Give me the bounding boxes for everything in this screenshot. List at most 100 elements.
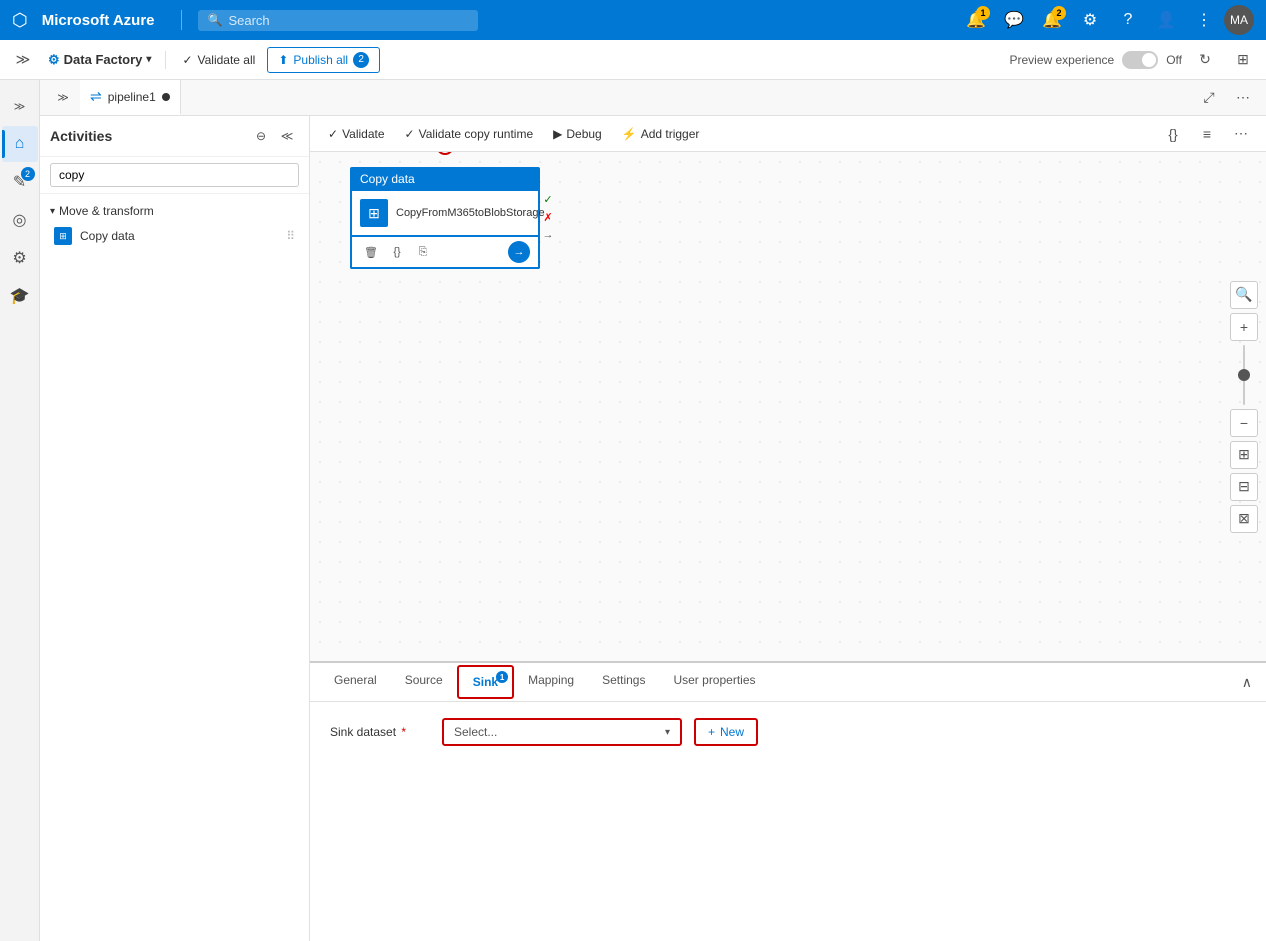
nav-expand-icon[interactable]: ≫ xyxy=(2,88,38,124)
collapse-view-btn[interactable]: ⊠ xyxy=(1230,505,1258,533)
pipeline-toolbar-right: {} ≡ ⋯ xyxy=(1158,119,1256,149)
plus-icon: + xyxy=(708,725,715,739)
pipeline-tab-icon: ⇌ xyxy=(90,88,102,105)
nav-learn-icon[interactable]: 🎓 xyxy=(2,278,38,314)
tab-more-options-icon[interactable]: ⋯ xyxy=(1228,83,1258,113)
tab-sink[interactable]: Sink 1 xyxy=(457,665,514,699)
tab-area-icons: ⤢ ⋯ xyxy=(1194,83,1258,113)
publish-icon: ⬆ xyxy=(278,53,288,67)
node-activity-icon: ⊞ xyxy=(360,199,388,227)
tab-mapping[interactable]: Mapping xyxy=(514,665,588,699)
section-label: Move & transform xyxy=(59,204,154,218)
node-code-btn[interactable]: {} xyxy=(386,241,408,263)
nav-manage-icon[interactable]: ⚙ xyxy=(2,240,38,276)
move-transform-section[interactable]: ▾ Move & transform xyxy=(40,200,309,222)
tab-source[interactable]: Source xyxy=(391,665,457,699)
pipeline-tab-pipeline1[interactable]: ⇌ pipeline1 xyxy=(80,80,181,115)
nav-home-icon[interactable]: ⌂ xyxy=(2,126,38,162)
zoom-out-btn[interactable]: − xyxy=(1230,409,1258,437)
nav-edit-icon[interactable]: ✎ 2 xyxy=(2,164,38,200)
tab-user-properties[interactable]: User properties xyxy=(659,665,769,699)
publish-all-button[interactable]: ⬆ Publish all 2 xyxy=(267,47,380,73)
toolbar-sep-1 xyxy=(165,51,166,69)
node-delete-btn[interactable]: 🗑 xyxy=(360,241,382,263)
canvas-right-controls: 🔍 + − ⊞ ⊟ ⊠ xyxy=(1230,281,1258,533)
notification-badge-1: 1 xyxy=(976,6,990,20)
preview-toggle-switch[interactable] xyxy=(1122,51,1158,69)
tab-settings[interactable]: Settings xyxy=(588,665,659,699)
user-avatar[interactable]: MA xyxy=(1224,5,1254,35)
copy-data-activity[interactable]: ⊞ Copy data ⠿ xyxy=(40,222,309,250)
preview-toggle-area: Preview experience Off ↻ ⊞ xyxy=(1009,45,1258,75)
refresh-icon-btn[interactable]: ↻ xyxy=(1190,45,1220,75)
nav-monitor-icon[interactable]: ◎ xyxy=(2,202,38,238)
node-actions: 🗑 {} ⎘ → xyxy=(350,237,540,269)
sink-dataset-select[interactable]: Select... ▾ xyxy=(442,718,682,746)
app-name: Microsoft Azure xyxy=(42,12,155,29)
section-collapse-icon: ▾ xyxy=(50,206,55,217)
node-copy-btn[interactable]: ⎘ xyxy=(412,241,434,263)
toggle-knob xyxy=(1142,53,1156,67)
expand-all-btn[interactable]: ⊟ xyxy=(1230,473,1258,501)
feedback-icon-btn[interactable]: 👤 xyxy=(1148,2,1184,38)
node-body: ⊞ CopyFromM365toBlobStorage ✓ ✗ → xyxy=(350,191,540,237)
select-dropdown-icon: ▾ xyxy=(665,727,670,738)
validate-all-button[interactable]: ✓ Validate all xyxy=(174,49,263,71)
zoom-slider[interactable] xyxy=(1243,345,1245,405)
activities-search-input[interactable] xyxy=(50,163,299,187)
tab-expand-window-icon[interactable]: ⤢ xyxy=(1194,83,1224,113)
add-trigger-btn[interactable]: ⚡ Add trigger xyxy=(614,124,708,144)
node-open-btn[interactable]: → xyxy=(508,241,530,263)
more-options-icon[interactable]: ⋯ xyxy=(1226,119,1256,149)
new-dataset-button[interactable]: + New xyxy=(694,718,758,746)
grid-view-icon-btn[interactable]: ⊞ xyxy=(1228,45,1258,75)
search-input[interactable] xyxy=(228,13,448,28)
notification-bell-2[interactable]: 🔔 2 xyxy=(1034,2,1070,38)
content-area: ≫ ⇌ pipeline1 ⤢ ⋯ Activities ⊖ ≪ xyxy=(40,80,1266,941)
search-bar[interactable]: 🔍 xyxy=(198,10,478,31)
sink-tab-badge: 1 xyxy=(496,671,508,683)
list-view-icon[interactable]: ≡ xyxy=(1192,119,1222,149)
tab-general[interactable]: General xyxy=(320,665,391,699)
code-view-icon[interactable]: {} xyxy=(1158,119,1188,149)
validate-check-icon: ✓ xyxy=(328,127,338,141)
bottom-panel: General Source Sink 1 Mapp xyxy=(310,661,1266,941)
activities-title: Activities xyxy=(50,128,112,144)
nav-icons: 🔔 1 💬 🔔 2 ⚙ ? 👤 ⋮ MA xyxy=(958,2,1254,38)
factory-dropdown-icon[interactable]: ▾ xyxy=(146,54,151,65)
activities-section: ▾ Move & transform ⊞ Copy data ⠿ xyxy=(40,194,309,256)
apps-icon-btn[interactable]: ⋮ xyxy=(1186,2,1222,38)
panel-header-icons: ⊖ ≪ xyxy=(249,124,299,148)
tab-expand-icon[interactable]: ≫ xyxy=(48,83,78,113)
trigger-icon: ⚡ xyxy=(622,127,637,141)
validate-copy-runtime-btn[interactable]: ✓ Validate copy runtime xyxy=(397,124,542,144)
pipeline-tab-bar: ≫ ⇌ pipeline1 ⤢ ⋯ xyxy=(40,80,1266,116)
settings-icon-btn[interactable]: ⚙ xyxy=(1072,2,1108,38)
help-icon-btn[interactable]: ? xyxy=(1110,2,1146,38)
panel-collapse-icon[interactable]: ⊖ xyxy=(249,124,273,148)
zoom-in-btn[interactable]: + xyxy=(1230,313,1258,341)
status-next-icon: → xyxy=(540,227,556,243)
copy-data-node[interactable]: Copy data ⊞ CopyFromM365toBlobStorage ✓ … xyxy=(350,167,540,269)
debug-btn[interactable]: ▶ Debug xyxy=(545,124,610,144)
drag-handle-icon[interactable]: ⠿ xyxy=(286,229,295,243)
data-factory-name: ⚙ Data Factory ▾ xyxy=(42,52,157,68)
factory-icon: ⚙ xyxy=(48,52,60,68)
bottom-panel-collapse-btn[interactable]: ∧ xyxy=(1238,670,1256,695)
edit-badge: 2 xyxy=(21,167,35,181)
bottom-tabs: General Source Sink 1 Mapp xyxy=(320,665,770,699)
main-layout: ≫ ⌂ ✎ 2 ◎ ⚙ 🎓 ≫ ⇌ pipeline1 ⤢ ⋯ xyxy=(0,80,1266,941)
notification-bell-1[interactable]: 🔔 1 xyxy=(958,2,994,38)
search-icon: 🔍 xyxy=(208,13,223,27)
pipeline-canvas[interactable]: Copy data ⊞ CopyFromM365toBlobStorage ✓ … xyxy=(310,152,1266,661)
fit-page-btn[interactable]: ⊞ xyxy=(1230,441,1258,469)
far-left-nav: ≫ ⌂ ✎ 2 ◎ ⚙ 🎓 xyxy=(0,80,40,941)
search-canvas-btn[interactable]: 🔍 xyxy=(1230,281,1258,309)
bottom-panel-header: General Source Sink 1 Mapp xyxy=(310,663,1266,702)
validate-btn[interactable]: ✓ Validate xyxy=(320,124,393,144)
expand-left-icon[interactable]: ≫ xyxy=(8,45,38,75)
bottom-panel-body: Sink dataset * Select... ▾ + New xyxy=(310,702,1266,941)
panel-minimize-icon[interactable]: ≪ xyxy=(275,124,299,148)
chat-icon-btn[interactable]: 💬 xyxy=(996,2,1032,38)
copy-data-icon: ⊞ xyxy=(54,227,72,245)
